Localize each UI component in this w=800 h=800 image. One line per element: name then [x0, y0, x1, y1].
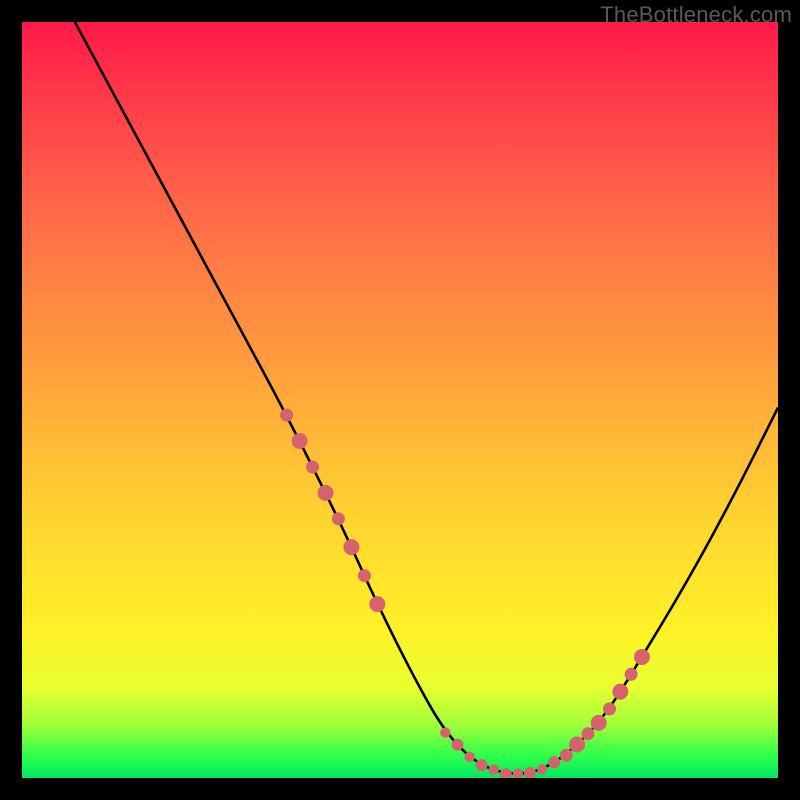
dotted-marker	[634, 649, 650, 665]
dotted-marker	[280, 409, 293, 422]
watermark-text: TheBottleneck.com	[600, 2, 792, 28]
dotted-marker	[524, 767, 536, 778]
dotted-marker	[513, 768, 523, 778]
dotted-marker	[548, 756, 560, 768]
dotted-marker	[306, 461, 319, 474]
dotted-marker	[452, 739, 464, 751]
dotted-marker	[625, 668, 638, 681]
dotted-marker	[581, 727, 594, 740]
curve-layer	[22, 22, 778, 778]
dotted-marker	[292, 433, 308, 449]
dotted-marker	[569, 737, 585, 753]
dotted-marker	[591, 715, 607, 731]
dotted-marker	[343, 539, 359, 555]
dotted-marker	[369, 596, 385, 612]
dotted-marker	[440, 727, 450, 737]
dotted-marker	[612, 684, 628, 700]
plot-area	[22, 22, 778, 778]
dotted-marker	[489, 765, 499, 775]
dotted-marker	[464, 752, 474, 762]
bottleneck-curve	[75, 22, 778, 774]
dotted-marker	[603, 702, 616, 715]
dotted-marker	[318, 485, 334, 501]
dotted-marker	[500, 768, 512, 778]
chart-frame: TheBottleneck.com	[0, 0, 800, 800]
dotted-marker	[476, 759, 488, 771]
dotted-marker	[332, 512, 345, 525]
dotted-marker	[560, 749, 573, 762]
dotted-marker	[358, 569, 371, 582]
dotted-marker	[537, 764, 547, 774]
